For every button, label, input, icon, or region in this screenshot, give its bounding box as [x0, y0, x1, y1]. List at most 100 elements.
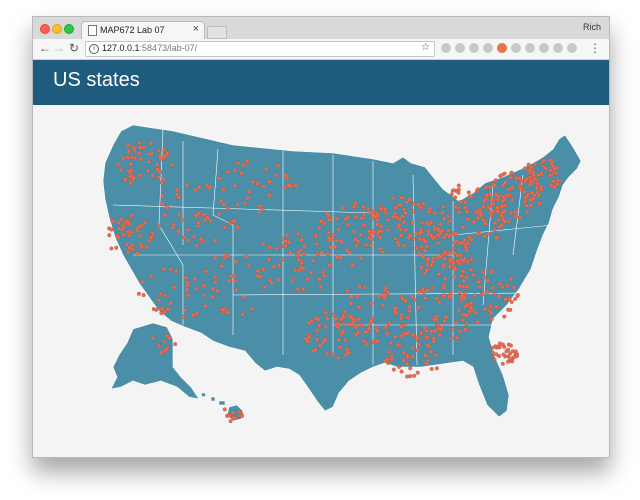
location-point: [405, 374, 410, 379]
minimize-window-button[interactable]: [52, 24, 62, 34]
extension-icon[interactable]: [483, 43, 493, 53]
location-point: [198, 237, 203, 242]
forward-icon[interactable]: →: [53, 41, 65, 55]
location-point: [505, 283, 510, 288]
location-point: [234, 287, 239, 292]
location-point: [539, 187, 544, 192]
location-point: [221, 187, 226, 192]
location-point: [339, 317, 344, 322]
location-point: [287, 250, 292, 255]
fullscreen-window-button[interactable]: [64, 24, 74, 34]
browser-tab[interactable]: MAP672 Lab 07 ×: [81, 21, 205, 40]
location-point: [425, 335, 430, 340]
location-point: [283, 243, 288, 248]
location-point: [397, 364, 402, 369]
location-point: [116, 162, 121, 167]
location-point: [465, 241, 470, 246]
tab-close-icon[interactable]: ×: [193, 23, 199, 35]
extension-icon[interactable]: [567, 43, 577, 53]
location-point: [388, 341, 393, 346]
profile-name[interactable]: Rich: [583, 22, 601, 32]
location-point: [450, 336, 455, 341]
extension-icon[interactable]: [511, 43, 521, 53]
location-point: [457, 284, 462, 289]
extension-icon[interactable]: [469, 43, 479, 53]
location-point: [509, 170, 514, 175]
location-point: [131, 176, 136, 181]
location-point: [326, 213, 331, 218]
location-point: [171, 285, 176, 290]
close-window-button[interactable]: [40, 24, 50, 34]
back-icon[interactable]: ←: [39, 41, 51, 55]
location-point: [482, 234, 487, 239]
extension-icon[interactable]: [455, 43, 465, 53]
location-point: [467, 235, 472, 240]
location-point: [391, 367, 396, 372]
location-point: [240, 312, 245, 317]
location-point: [317, 226, 322, 231]
location-point: [334, 238, 339, 243]
location-point: [438, 222, 443, 227]
location-point: [442, 216, 447, 221]
location-point: [412, 298, 417, 303]
location-point: [510, 185, 515, 190]
location-point: [160, 193, 165, 198]
location-point: [457, 290, 462, 295]
location-point: [246, 263, 251, 268]
location-point: [492, 291, 497, 296]
menu-icon[interactable]: ⋮: [589, 41, 601, 55]
location-point: [416, 202, 421, 207]
location-point: [431, 336, 436, 341]
location-point: [399, 195, 404, 200]
location-point: [383, 207, 388, 212]
location-point: [164, 347, 169, 352]
extension-icon[interactable]: [441, 43, 451, 53]
location-point: [395, 343, 400, 348]
location-point: [328, 245, 333, 250]
location-point: [441, 286, 446, 291]
location-point: [502, 344, 507, 349]
location-point: [411, 209, 416, 214]
cast-icon[interactable]: [553, 43, 563, 53]
location-point: [478, 211, 483, 216]
location-point: [375, 329, 380, 334]
location-point: [465, 303, 470, 308]
location-point: [343, 338, 348, 343]
reload-icon[interactable]: ↻: [69, 41, 79, 55]
location-point: [551, 179, 556, 184]
new-tab-button[interactable]: [207, 26, 227, 39]
location-point: [486, 205, 491, 210]
location-point: [498, 281, 503, 286]
location-point: [380, 250, 385, 255]
address-bar[interactable]: i 127.0.0.1:58473/lab-07/ ☆: [85, 41, 435, 57]
location-point: [435, 322, 440, 327]
location-point: [369, 232, 374, 237]
location-point: [480, 270, 485, 275]
location-point: [336, 227, 341, 232]
location-point: [162, 213, 167, 218]
us-states-map[interactable]: [33, 105, 609, 457]
location-point: [456, 187, 461, 192]
location-point: [322, 337, 327, 342]
extension-icon[interactable]: [539, 43, 549, 53]
extension-icon[interactable]: [497, 43, 507, 53]
location-point: [162, 339, 167, 344]
location-point: [180, 314, 185, 319]
location-point: [461, 278, 466, 283]
location-point: [505, 193, 510, 198]
extension-icon[interactable]: [525, 43, 535, 53]
info-icon[interactable]: i: [89, 44, 99, 54]
location-point: [184, 183, 189, 188]
location-point: [443, 251, 448, 256]
location-point: [313, 347, 318, 352]
location-point: [494, 235, 499, 240]
location-point: [502, 180, 507, 185]
location-point: [235, 225, 240, 230]
location-point: [496, 218, 501, 223]
location-point: [481, 204, 486, 209]
location-point: [508, 175, 513, 180]
star-icon[interactable]: ☆: [421, 42, 430, 53]
location-point: [489, 213, 494, 218]
location-point: [454, 231, 459, 236]
location-point: [138, 233, 143, 238]
